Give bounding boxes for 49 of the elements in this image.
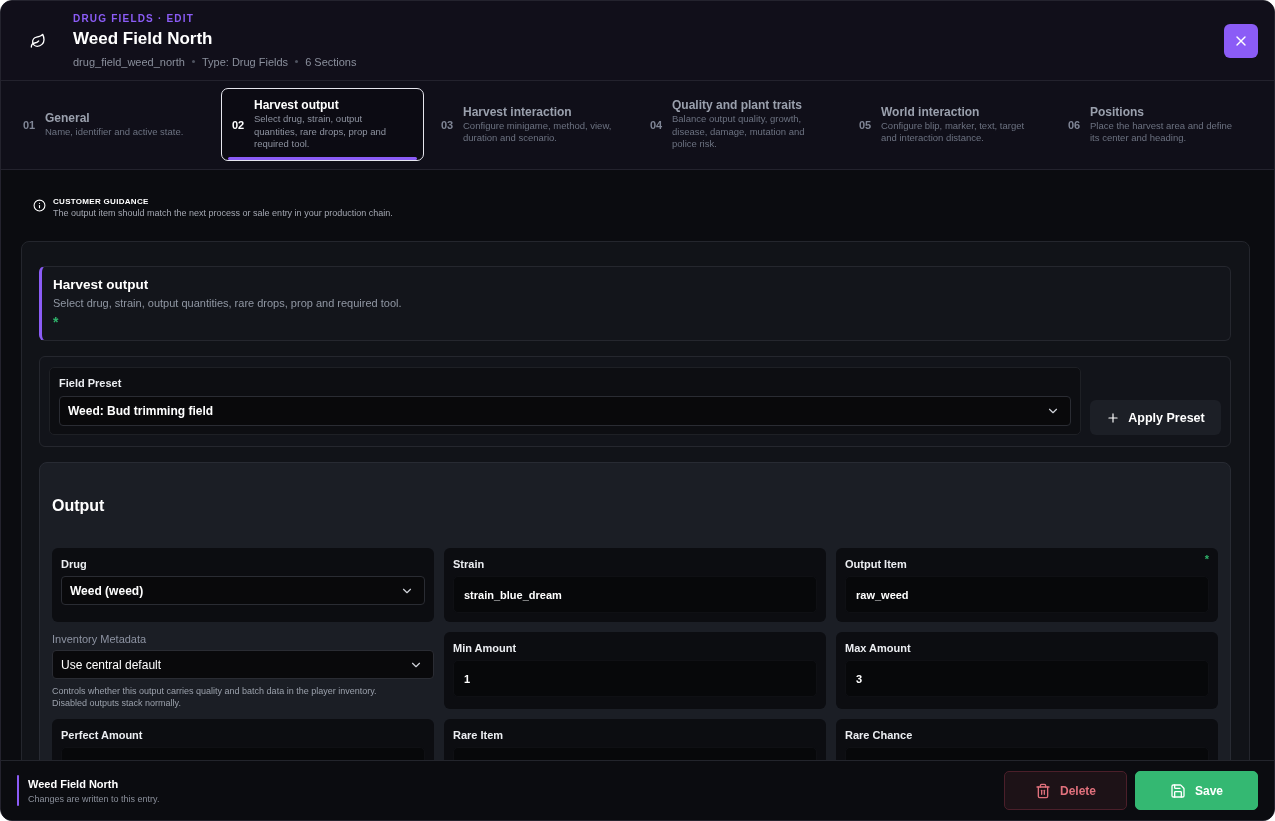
field-label: Min Amount [453, 641, 518, 655]
field-label: Rare Chance [845, 728, 914, 742]
apply-preset-button[interactable]: Apply Preset [1090, 400, 1221, 435]
close-button[interactable] [1224, 23, 1258, 58]
input-field[interactable]: 1 [453, 660, 817, 697]
field-label: Max Amount [845, 641, 912, 655]
field-label: Field Preset [59, 376, 123, 390]
section-description: Select drug, strain, output quantities, rare drops, prop and required tool. [53, 296, 403, 310]
select-field[interactable]: Use central default [52, 650, 434, 679]
field-label: Strain [453, 557, 486, 571]
step-tab[interactable]: 06 Positions Place the harvest area and define its center and heading. [1057, 88, 1260, 161]
meta-text: drug_field_weed_north [73, 54, 185, 69]
required-mark: * [53, 315, 60, 329]
plus-icon [1106, 410, 1121, 425]
input-field[interactable]: 3 [845, 660, 1209, 697]
field-label: Drug [61, 557, 88, 571]
footer-subtitle: Changes are written to this entry. [28, 792, 160, 805]
step-tab[interactable]: 02 Harvest output Select drug, strain, output quantities, rare drops, prop and required tool. [221, 88, 424, 161]
footer-title: Weed Field North [28, 776, 120, 791]
leaf-icon [30, 32, 46, 49]
preset-select[interactable]: Weed: Bud trimming field [59, 396, 1071, 426]
field-label: Inventory Metadata [52, 632, 148, 646]
trash-icon [1035, 782, 1051, 799]
window-title: Weed Field North [73, 27, 214, 50]
info-icon [33, 199, 46, 212]
select-field[interactable]: Weed (weed) [61, 576, 425, 605]
input-field[interactable]: raw_weed [845, 576, 1209, 613]
step-tab[interactable]: 05 World interaction Configure blip, marker, text, target and interaction distance. [848, 88, 1051, 161]
guidance-title: CUSTOMER GUIDANCE [53, 196, 150, 207]
field-label: Output Item [845, 557, 908, 571]
step-tab[interactable]: 01 General Name, identifier and active state. [12, 88, 215, 161]
accent-bar [17, 775, 19, 806]
step-tab[interactable]: 04 Quality and plant traits Balance output quality, growth, disease, damage, mutation and police risk. [639, 88, 842, 161]
output-title: Output [52, 496, 106, 516]
field-label: Perfect Amount [61, 728, 144, 742]
delete-button[interactable]: Delete [1004, 771, 1127, 810]
step-tab[interactable]: 03 Harvest interaction Configure minigame, method, view, duration and scenario. [430, 88, 633, 161]
save-icon [1170, 782, 1186, 799]
breadcrumb-label: DRUG FIELDS · EDIT [73, 12, 196, 25]
meta-text: Type: Drug Fields [201, 54, 289, 69]
section-title: Harvest output [53, 276, 150, 293]
required-mark: * [1204, 554, 1209, 565]
help-text: Controls whether this output carries quality and batch data in the player inventory. Disabled outputs stack normally. [52, 685, 378, 709]
separator-dot-icon [295, 60, 299, 63]
field-label: Rare Item [453, 728, 505, 742]
separator-dot-icon [191, 60, 195, 63]
guidance-text: The output item should match the next process or sale entry in your production chain. [53, 207, 393, 219]
input-field[interactable]: strain_blue_dream [453, 576, 817, 613]
meta-text: 6 Sections [305, 54, 357, 69]
